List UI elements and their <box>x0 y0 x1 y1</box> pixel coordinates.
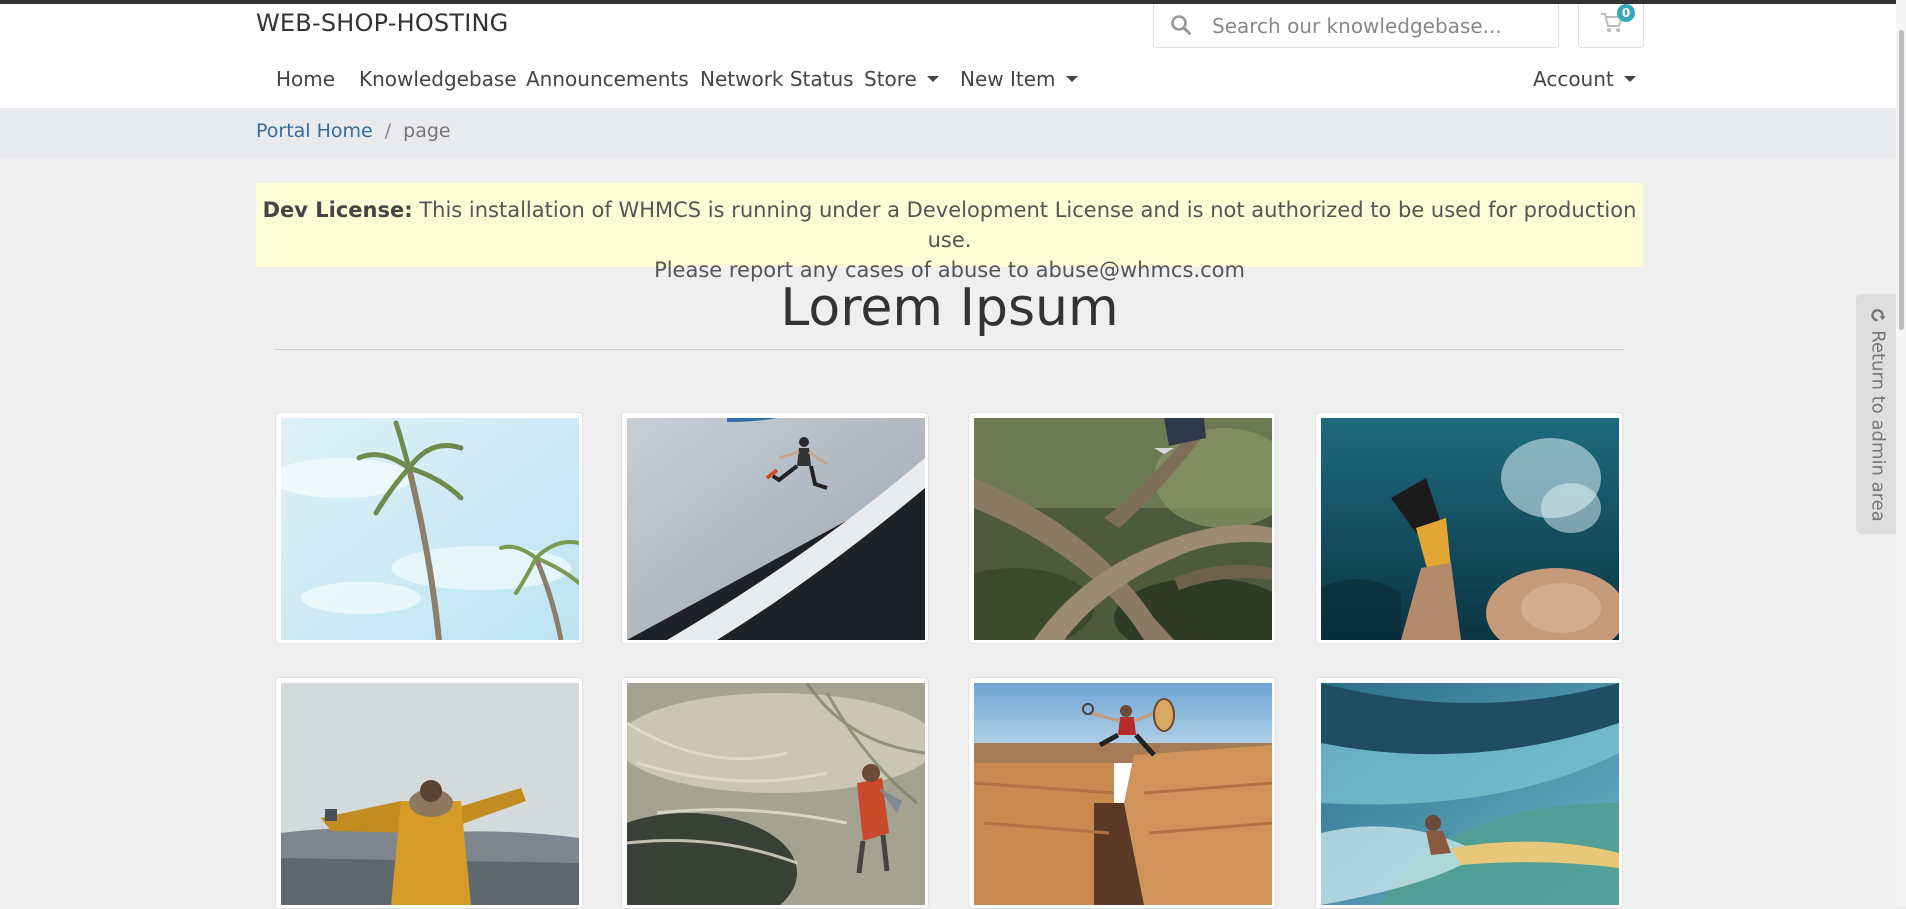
dev-license-notice: Dev License: This installation of WHMCS … <box>256 183 1643 282</box>
search-input[interactable] <box>1210 12 1554 40</box>
gallery-item[interactable] <box>968 412 1276 644</box>
breadcrumb-current: page <box>403 120 451 142</box>
search-icon[interactable] <box>1170 14 1192 36</box>
breadcrumb: Portal Home / page <box>256 120 451 142</box>
header: WEB-SHOP-HOSTING 0 Home Knowledgebase An… <box>0 4 1906 108</box>
notice-text: This installation of WHMCS is running un… <box>419 198 1637 252</box>
gallery-image-yellow-coat <box>281 683 579 905</box>
undo-icon <box>1871 309 1886 322</box>
caret-down-icon <box>1065 75 1078 82</box>
gallery-image-palm-trees <box>281 418 579 640</box>
page-title: Lorem Ipsum <box>780 278 1119 338</box>
nav-item-announcements[interactable]: Announcements <box>526 67 689 91</box>
gallery-image-canyon-leap <box>974 683 1272 905</box>
gallery-item[interactable] <box>621 412 929 644</box>
nav-item-account[interactable]: Account <box>1533 67 1636 91</box>
return-to-admin-label: Return to admin area <box>1867 330 1889 522</box>
gallery-image-surfer-wave <box>1321 683 1619 905</box>
nav-item-home[interactable]: Home <box>276 67 335 91</box>
gallery-item[interactable] <box>968 677 1276 909</box>
gallery-image-dune-grass <box>627 683 925 905</box>
breadcrumb-separator: / <box>384 120 392 142</box>
breadcrumb-portal-home[interactable]: Portal Home <box>256 120 373 142</box>
gallery-item[interactable] <box>621 677 929 909</box>
cart-button[interactable]: 0 <box>1578 4 1644 48</box>
gallery-item[interactable] <box>1315 412 1623 644</box>
notice-label: Dev License: <box>262 198 413 222</box>
gallery-item[interactable] <box>275 412 583 644</box>
gallery-image-tree-climb <box>974 418 1272 640</box>
return-to-admin-tab[interactable]: Return to admin area <box>1856 294 1900 534</box>
gallery-image-jumping-person <box>627 418 925 640</box>
gallery-item[interactable] <box>1315 677 1623 909</box>
title-divider <box>275 349 1624 350</box>
nav-item-knowledgebase[interactable]: Knowledgebase <box>359 67 517 91</box>
caret-down-icon <box>926 75 939 82</box>
cart-count-badge: 0 <box>1617 4 1635 22</box>
scrollbar-thumb[interactable] <box>1899 30 1904 330</box>
brand-logo[interactable]: WEB-SHOP-HOSTING <box>256 9 508 37</box>
gallery-image-underwater-flippers <box>1321 418 1619 640</box>
nav-item-new-item[interactable]: New Item <box>960 67 1078 91</box>
knowledgebase-search <box>1153 4 1559 48</box>
nav-item-store[interactable]: Store <box>864 67 939 91</box>
gallery-item[interactable] <box>275 677 583 909</box>
nav-item-network-status[interactable]: Network Status <box>700 67 854 91</box>
caret-down-icon <box>1623 75 1636 82</box>
breadcrumb-bar: Portal Home / page <box>0 108 1906 158</box>
